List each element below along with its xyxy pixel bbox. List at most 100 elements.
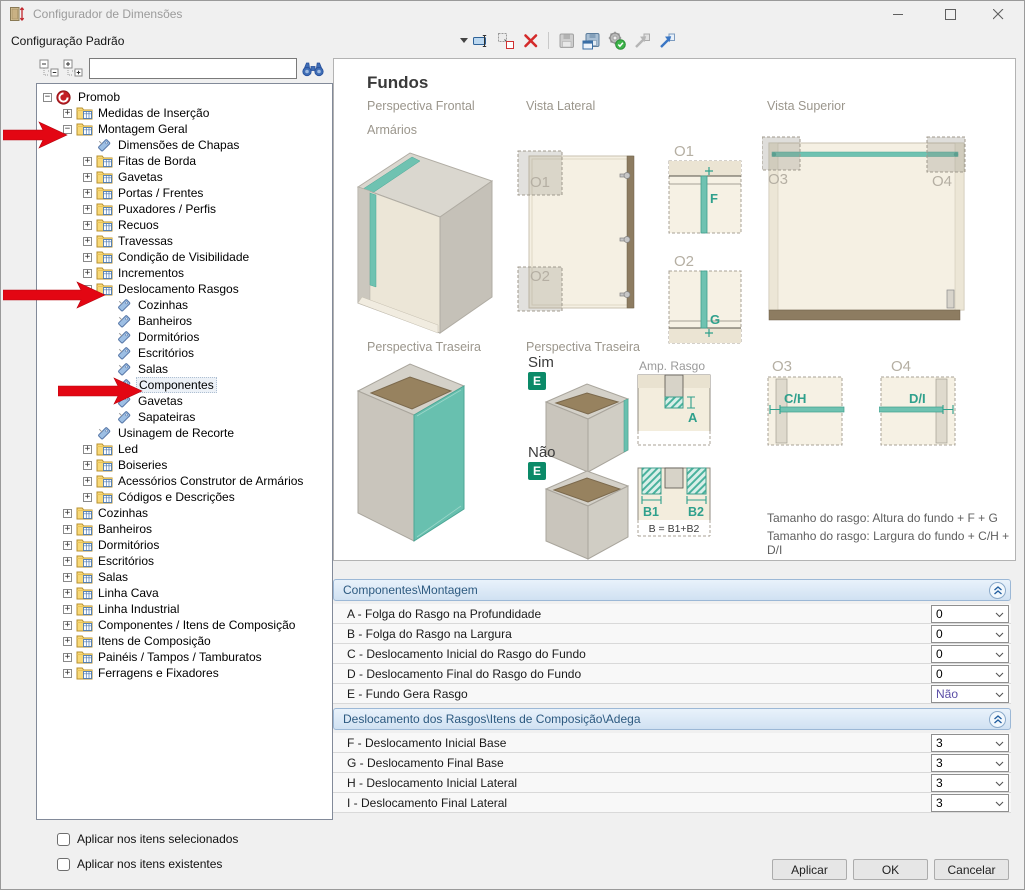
collapse-group-button[interactable] — [989, 582, 1006, 599]
chevron-down-icon[interactable] — [995, 687, 1004, 701]
expand-toggle[interactable]: + — [83, 221, 92, 230]
chevron-down-icon[interactable] — [995, 796, 1004, 810]
chevron-down-icon[interactable] — [995, 736, 1004, 750]
aplicar-button[interactable]: Aplicar — [772, 859, 847, 880]
save-config-icon[interactable] — [557, 31, 576, 50]
checkbox-box[interactable] — [57, 833, 70, 846]
collapse-toggle[interactable]: − — [43, 93, 52, 102]
expand-toggle[interactable]: + — [83, 253, 92, 262]
tree-item[interactable]: Sapateiras — [37, 409, 332, 425]
tree-item[interactable]: Banheiros — [37, 313, 332, 329]
expand-toggle[interactable]: + — [83, 189, 92, 198]
tree-item[interactable]: −Promob — [37, 89, 332, 105]
rename-config-icon[interactable] — [471, 31, 490, 50]
find-binoculars-icon[interactable] — [302, 60, 324, 77]
param-select[interactable]: 3 — [931, 734, 1009, 752]
collapse-toggle[interactable]: − — [63, 125, 72, 134]
param-select[interactable]: 0 — [931, 645, 1009, 663]
tree-item[interactable]: +Recuos — [37, 217, 332, 233]
param-select[interactable]: 3 — [931, 794, 1009, 812]
param-select[interactable]: 3 — [931, 774, 1009, 792]
expand-toggle[interactable]: + — [63, 589, 72, 598]
expand-toggle[interactable]: + — [83, 237, 92, 246]
expand-toggle[interactable]: + — [63, 605, 72, 614]
tree-item[interactable]: +Itens de Composição — [37, 633, 332, 649]
chevron-down-icon[interactable] — [995, 647, 1004, 661]
maximize-button[interactable] — [929, 1, 971, 27]
expand-toggle[interactable]: + — [83, 477, 92, 486]
tree-item[interactable]: +Escritórios — [37, 553, 332, 569]
expand-toggle[interactable]: + — [83, 445, 92, 454]
tree-item[interactable]: +Acessórios Construtor de Armários — [37, 473, 332, 489]
tree-item[interactable]: Dormitórios — [37, 329, 332, 345]
expand-toggle[interactable]: + — [63, 109, 72, 118]
cancelar-button[interactable]: Cancelar — [934, 859, 1009, 880]
tree-search-input[interactable] — [89, 58, 297, 79]
tree-item[interactable]: +Led — [37, 441, 332, 457]
ok-button[interactable]: OK — [853, 859, 928, 880]
expand-toggle[interactable]: + — [83, 493, 92, 502]
expand-toggle[interactable]: + — [83, 173, 92, 182]
tree-item[interactable]: +Portas / Frentes — [37, 185, 332, 201]
expand-all-icon[interactable] — [63, 59, 83, 79]
tree-item[interactable]: Usinagem de Recorte — [37, 425, 332, 441]
expand-toggle[interactable]: + — [63, 525, 72, 534]
tree-item[interactable]: Salas — [37, 361, 332, 377]
chevron-down-icon[interactable] — [995, 776, 1004, 790]
tree-item[interactable]: +Boiseries — [37, 457, 332, 473]
duplicate-config-icon[interactable] — [496, 31, 515, 50]
param-select[interactable]: Não — [931, 685, 1009, 703]
tree-item[interactable]: Dimensões de Chapas — [37, 137, 332, 153]
tree-item[interactable]: +Linha Cava — [37, 585, 332, 601]
expand-toggle[interactable]: + — [63, 637, 72, 646]
expand-toggle[interactable]: + — [83, 461, 92, 470]
collapse-toggle[interactable]: − — [83, 285, 92, 294]
collapse-group-button[interactable] — [989, 711, 1006, 728]
expand-toggle[interactable]: + — [63, 621, 72, 630]
tree-item[interactable]: +Fitas de Borda — [37, 153, 332, 169]
checkbox-box[interactable] — [57, 858, 70, 871]
collapse-all-icon[interactable] — [39, 59, 59, 79]
expand-toggle[interactable]: + — [63, 653, 72, 662]
expand-toggle[interactable]: + — [63, 509, 72, 518]
tree-item[interactable]: +Incrementos — [37, 265, 332, 281]
tree-item[interactable]: +Puxadores / Perfis — [37, 201, 332, 217]
param-select[interactable]: 3 — [931, 754, 1009, 772]
tree-item[interactable]: +Painéis / Tampos / Tamburatos — [37, 649, 332, 665]
tree-item[interactable]: +Ferragens e Fixadores — [37, 665, 332, 681]
tree-item[interactable]: Gavetas — [37, 393, 332, 409]
expand-toggle[interactable]: + — [83, 269, 92, 278]
close-button[interactable] — [977, 1, 1019, 27]
expand-toggle[interactable]: + — [63, 669, 72, 678]
minimize-button[interactable] — [877, 1, 919, 27]
import-config-icon[interactable] — [632, 31, 651, 50]
tree-item[interactable]: +Condição de Visibilidade — [37, 249, 332, 265]
expand-toggle[interactable]: + — [63, 573, 72, 582]
tree-item[interactable]: +Cozinhas — [37, 505, 332, 521]
checkbox-aplicar-existentes[interactable]: Aplicar nos itens existentes — [57, 857, 222, 871]
param-select[interactable]: 0 — [931, 665, 1009, 683]
dropdown-caret-icon[interactable] — [460, 38, 469, 44]
delete-config-icon[interactable] — [521, 31, 540, 50]
save-as-config-icon[interactable] — [582, 31, 601, 50]
expand-toggle[interactable]: + — [63, 557, 72, 566]
tree-item[interactable]: +Dormitórios — [37, 537, 332, 553]
export-config-icon[interactable] — [657, 31, 676, 50]
apply-config-icon[interactable] — [607, 31, 626, 50]
tree-item[interactable]: +Banheiros — [37, 521, 332, 537]
tree-item[interactable]: +Componentes / Itens de Composição — [37, 617, 332, 633]
tree-item[interactable]: Escritórios — [37, 345, 332, 361]
tree-item[interactable]: +Salas — [37, 569, 332, 585]
config-combobox[interactable]: Configuração Padrão — [7, 29, 469, 53]
tree-item[interactable]: Componentes — [37, 377, 332, 393]
tree-item[interactable]: +Códigos e Descrições — [37, 489, 332, 505]
expand-toggle[interactable]: + — [63, 541, 72, 550]
tree-item[interactable]: +Linha Industrial — [37, 601, 332, 617]
tree-item[interactable]: Cozinhas — [37, 297, 332, 313]
expand-toggle[interactable]: + — [83, 157, 92, 166]
param-select[interactable]: 0 — [931, 625, 1009, 643]
tree-item[interactable]: +Gavetas — [37, 169, 332, 185]
tree-item[interactable]: −Deslocamento Rasgos — [37, 281, 332, 297]
tree-item[interactable]: +Travessas — [37, 233, 332, 249]
expand-toggle[interactable]: + — [83, 205, 92, 214]
